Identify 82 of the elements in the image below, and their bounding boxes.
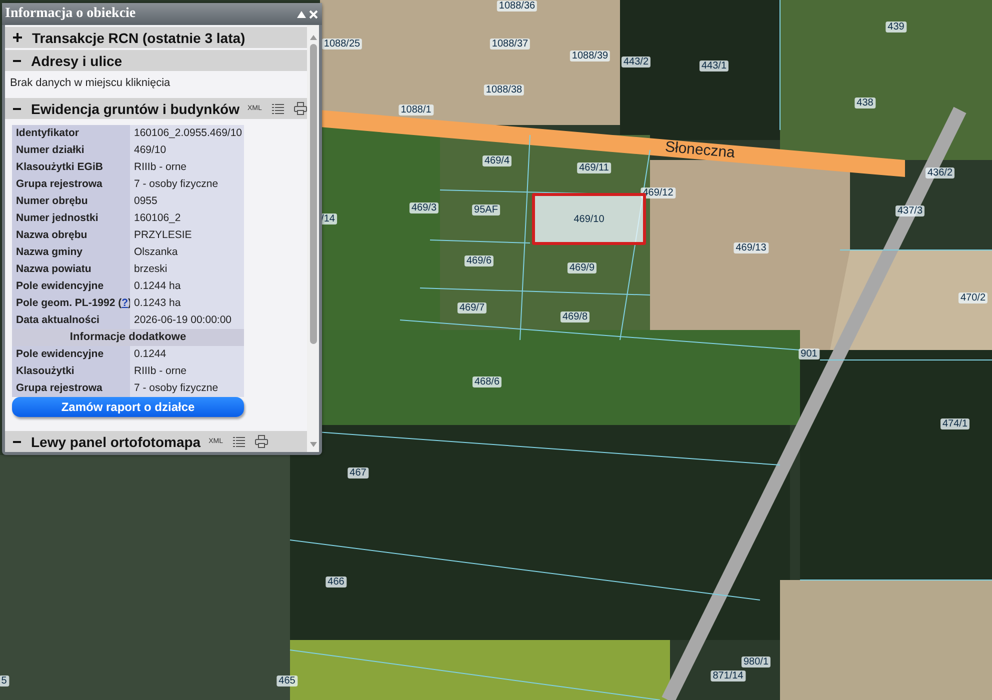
- help-link[interactable]: ?: [122, 297, 128, 309]
- table-label-cell: Nazwa powiatu: [12, 261, 130, 278]
- parcel-label: 1088/37: [490, 38, 530, 50]
- table-label-cell: Nazwa gminy: [12, 244, 130, 261]
- table-value-cell: 7 - osoby fizyczne: [130, 380, 244, 397]
- parcel-label: 436/2: [925, 168, 955, 178]
- minus-icon[interactable]: [13, 60, 21, 62]
- table-value-cell: Olszanka: [130, 244, 244, 261]
- parcel-label: 470/2: [958, 292, 988, 304]
- order-report-button[interactable]: Zamów raport o działce: [12, 397, 244, 417]
- plus-icon[interactable]: [13, 33, 22, 42]
- table-value-cell: RIIIb - orne: [130, 159, 244, 176]
- parcel-label: 1088/38: [484, 84, 524, 96]
- selected-parcel-label: 469/10: [532, 193, 646, 245]
- parcel-label: 95AF: [472, 204, 500, 216]
- parcel-label: 1088/25: [322, 38, 362, 50]
- list-icon[interactable]: [272, 102, 284, 114]
- table-label-cell: Pole ewidencyjne: [12, 278, 130, 295]
- minus-icon[interactable]: [13, 440, 21, 442]
- table-label-cell: Numer obrębu: [12, 193, 130, 210]
- parcel-label: 439: [886, 22, 906, 32]
- table-label-cell: Data aktualności: [12, 312, 130, 329]
- parcel-label: 443/2: [621, 56, 651, 68]
- minus-icon[interactable]: [13, 108, 21, 110]
- parcel-label: 5: [0, 676, 9, 686]
- parcel-label: 469/3: [409, 202, 439, 214]
- parcel-label: 466: [326, 576, 346, 588]
- collapse-icon[interactable]: [297, 10, 306, 18]
- parcel-label: 871/14: [710, 670, 746, 682]
- parcel-label: 438: [854, 98, 876, 108]
- table-label-cell: Numer działki: [12, 142, 130, 159]
- table-value-cell: 0.1243 ha: [130, 295, 244, 312]
- table-value-cell: 160106_2.0955.469/10: [130, 125, 244, 142]
- parcel-label: 469/7: [457, 302, 487, 314]
- parcel-label: 469/8: [560, 312, 590, 322]
- print-icon[interactable]: [294, 102, 307, 115]
- parcel-label: 469/13: [734, 242, 768, 254]
- parcel-label: 467: [348, 468, 368, 478]
- table-label-cell: Pole ewidencyjne: [12, 346, 130, 363]
- table-value-cell: PRZYLESIE: [130, 227, 244, 244]
- info-message: Brak danych w miejscu kliknięcia: [9, 76, 172, 91]
- parcel-label: 465: [276, 676, 298, 686]
- parcel-label: 469/11: [577, 162, 611, 174]
- parcel-label: 980/1: [741, 656, 771, 668]
- parcel-label: 443/1: [699, 60, 729, 72]
- close-icon[interactable]: [309, 10, 318, 18]
- parcel-label: 1088/1: [398, 104, 434, 116]
- parcel-label: 468/6: [472, 376, 502, 388]
- parcel-label: 474/1: [940, 418, 970, 430]
- table-label-cell: Numer jednostki: [12, 210, 130, 227]
- parcel-label: 1088/36: [496, 0, 538, 12]
- street-label: Słoneczna: [664, 138, 736, 162]
- table-label-cell: Nazwa obrębu: [12, 227, 130, 244]
- print-icon[interactable]: [254, 435, 268, 448]
- table-value-cell: 2026-06-19 00:00:00: [130, 312, 244, 329]
- table-subheader: Informacje dodatkowe: [12, 329, 244, 346]
- parcel-label: 469/9: [567, 262, 597, 274]
- scrollbar-thumb[interactable]: [310, 44, 316, 344]
- table-value-cell: 0955: [130, 193, 244, 210]
- parcel-label: 469/6: [464, 256, 494, 266]
- table-label-cell: Identyfikator: [12, 125, 130, 142]
- table-value-cell: 0.1244: [130, 346, 244, 363]
- table-value-cell: brzeski: [130, 261, 244, 278]
- table-value-cell: 160106_2: [130, 210, 244, 227]
- window-title: Informacja o obiekcie: [5, 6, 136, 22]
- table-label-cell: Grupa rejestrowa: [12, 176, 130, 193]
- table-value-cell: RIIIb - orne: [130, 363, 244, 380]
- table-value-cell: 469/10: [130, 142, 244, 159]
- section-header[interactable]: Transakcje RCN (ostatnie 3 lata): [5, 27, 307, 48]
- table-label-cell: Klasoużytki: [12, 363, 130, 380]
- table-label-cell: Klasoużytki EGiB: [12, 159, 130, 176]
- section-header[interactable]: Adresy i ulice: [5, 50, 307, 71]
- parcel-label: 469/12: [640, 188, 676, 198]
- table-value-cell: 7 - osoby fizyczne: [130, 176, 244, 193]
- list-icon[interactable]: [232, 436, 245, 448]
- parcel-label: 437/3: [895, 206, 925, 216]
- scrollbar[interactable]: [307, 25, 319, 452]
- table-value-cell: 0.1244 ha: [130, 278, 244, 295]
- table-label-cell: Grupa rejestrowa: [12, 380, 130, 397]
- parcel-label: 901: [798, 348, 820, 360]
- parcel-label: 1088/39: [570, 50, 610, 62]
- parcel-label: 469/4: [482, 156, 512, 166]
